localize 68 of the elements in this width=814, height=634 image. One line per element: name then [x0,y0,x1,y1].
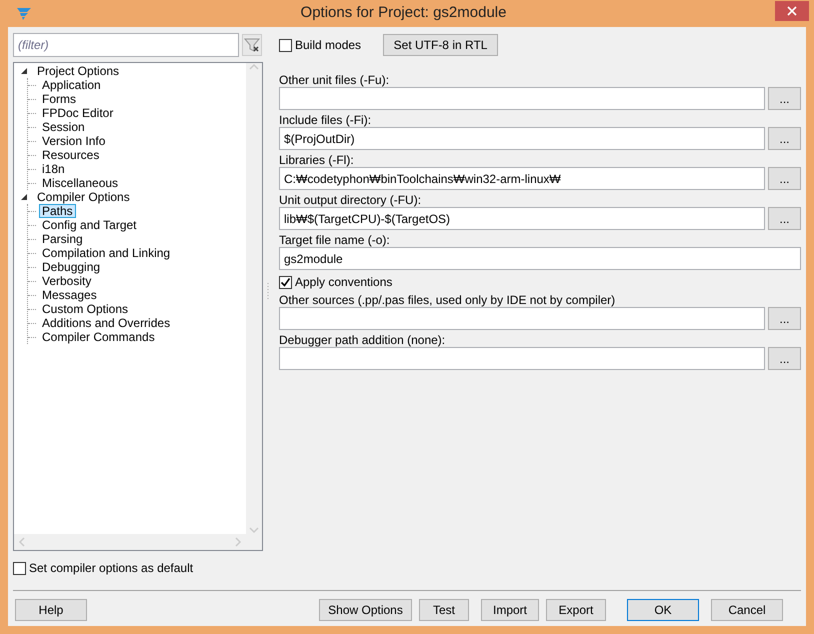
browse-button[interactable]: ... [768,127,801,150]
path-field[interactable]: $(ProjOutDir) [279,127,765,150]
scroll-up-icon[interactable] [249,63,259,71]
browse-button[interactable]: ... [768,167,801,190]
scroll-left-icon[interactable] [18,537,26,547]
tree-item[interactable]: Application [39,78,104,92]
tree-item[interactable]: Config and Target [39,218,140,232]
filter-icon [244,37,260,53]
field-label: Other unit files (-Fu): [279,73,390,87]
dialog-button[interactable]: Show Options [319,599,412,621]
splitter-grip-icon[interactable] [266,282,270,302]
tree-item[interactable]: FPDoc Editor [39,106,116,120]
utf8-button[interactable]: Set UTF-8 in RTL [383,34,498,56]
apply-conventions-label: Apply conventions [295,274,392,291]
apply-conventions-checkbox[interactable] [279,276,292,288]
collapse-arrow-icon[interactable] [20,193,28,201]
field-label: Include files (-Fi): [279,113,372,127]
path-field[interactable]: gs2module [279,247,801,270]
tree-item[interactable]: Compilation and Linking [39,246,174,260]
tree-item[interactable]: Session [39,120,88,134]
path-field[interactable] [279,87,765,110]
path-field[interactable] [279,307,765,330]
dialog-button[interactable]: Help [15,599,87,621]
tree-item[interactable]: Forms [39,92,79,106]
tree-item[interactable]: Version Info [39,134,108,148]
tree-item[interactable]: Paths [39,204,76,218]
app-logo-icon [16,6,32,20]
browse-button[interactable]: ... [768,207,801,230]
tree-item[interactable]: i18n [39,162,68,176]
tree-item[interactable]: Compiler Commands [39,330,158,344]
scroll-down-icon[interactable] [249,526,259,534]
build-modes-label: Build modes [295,37,362,54]
filter-field[interactable]: (filter) [13,33,239,57]
dialog-button[interactable]: OK [627,599,699,621]
field-label: Libraries (-Fl): [279,153,355,167]
tree-item[interactable]: Resources [39,148,102,162]
clear-filter-button[interactable] [242,34,262,56]
dialog-button[interactable]: Test [419,599,469,621]
collapse-arrow-icon[interactable] [20,67,28,75]
path-field[interactable] [279,347,765,370]
default-label: Set compiler options as default [29,560,194,577]
field-label: Other sources (.pp/.pas files, used only by IDE not by compiler) [279,293,616,307]
tree-item[interactable]: Additions and Overrides [39,316,174,330]
tree-item[interactable]: Messages [39,288,100,302]
field-label: Unit output directory (-FU): [279,193,422,207]
dialog-button[interactable]: Cancel [711,599,783,621]
dialog-button[interactable]: Import [481,599,539,621]
browse-button[interactable]: ... [768,307,801,330]
browse-button[interactable]: ... [768,347,801,370]
tree-item[interactable]: Debugging [39,260,104,274]
close-icon [787,6,797,16]
tree-item[interactable]: Miscellaneous [39,176,122,190]
default-checkbox[interactable] [13,562,26,574]
path-field[interactable]: C:₩codetyphon₩binToolchains₩win32-arm-linux₩ [279,167,765,190]
tree-item[interactable]: Parsing [39,232,86,246]
browse-button[interactable]: ... [768,87,801,110]
tree-item[interactable]: Compiler Options [34,190,133,204]
build-modes-checkbox[interactable] [279,38,292,52]
close-button[interactable] [775,0,809,20]
path-field[interactable]: lib₩$(TargetCPU)-$(TargetOS) [279,207,765,230]
scroll-right-icon[interactable] [234,537,242,547]
field-label: Debugger path addition (none): [279,333,446,347]
tree-item[interactable]: Project Options [34,64,122,78]
tree-item[interactable]: Custom Options [39,302,132,316]
field-label: Target file name (-o): [279,233,391,247]
dialog-button[interactable]: Export [546,599,606,621]
window-title: Options for Project: gs2module [300,3,508,24]
tree-item[interactable]: Verbosity [39,274,94,288]
